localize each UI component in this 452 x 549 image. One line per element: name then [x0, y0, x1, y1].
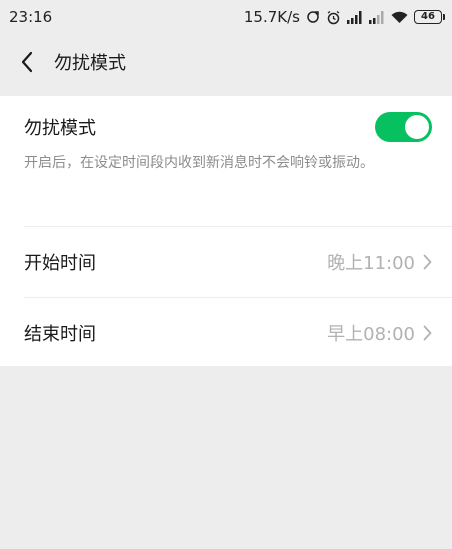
signal-icon	[347, 10, 363, 24]
dnd-setting-row: 勿扰模式 开启后，在设定时间段内收到新消息时不会响铃或振动。	[0, 96, 452, 226]
sync-icon	[306, 10, 320, 24]
back-button[interactable]	[20, 47, 50, 77]
dnd-description: 开启后，在设定时间段内收到新消息时不会响铃或振动。	[24, 155, 374, 171]
battery-icon: 46	[414, 10, 445, 24]
chevron-left-icon	[21, 51, 33, 73]
wifi-icon	[391, 11, 408, 24]
chevron-right-icon	[423, 254, 432, 270]
settings-card: 勿扰模式 开启后，在设定时间段内收到新消息时不会响铃或振动。 开始时间 晚上11…	[0, 96, 452, 366]
alarm-icon	[326, 10, 341, 25]
status-bar: 23:16 15.7K/s 46	[0, 0, 452, 34]
end-time-value: 早上08:00	[327, 324, 415, 345]
end-time-value-wrap: 早上08:00	[327, 320, 432, 346]
start-time-value: 晚上11:00	[327, 253, 415, 274]
dnd-toggle[interactable]	[375, 112, 432, 142]
dnd-label: 勿扰模式	[24, 118, 96, 139]
page-title: 勿扰模式	[54, 53, 126, 74]
status-time: 23:16	[9, 8, 53, 26]
start-time-label: 开始时间	[24, 253, 96, 274]
start-time-value-wrap: 晚上11:00	[327, 249, 432, 275]
net-speed: 15.7K/s	[243, 8, 300, 26]
signal-weak-icon	[369, 10, 385, 24]
end-time-row[interactable]: 结束时间 早上08:00	[0, 298, 452, 368]
status-icons: 15.7K/s 46	[243, 8, 445, 26]
chevron-right-icon	[423, 325, 432, 341]
end-time-label: 结束时间	[24, 324, 96, 345]
battery-level: 46	[421, 11, 435, 22]
nav-bar: 勿扰模式	[0, 34, 452, 90]
start-time-row[interactable]: 开始时间 晚上11:00	[0, 227, 452, 297]
